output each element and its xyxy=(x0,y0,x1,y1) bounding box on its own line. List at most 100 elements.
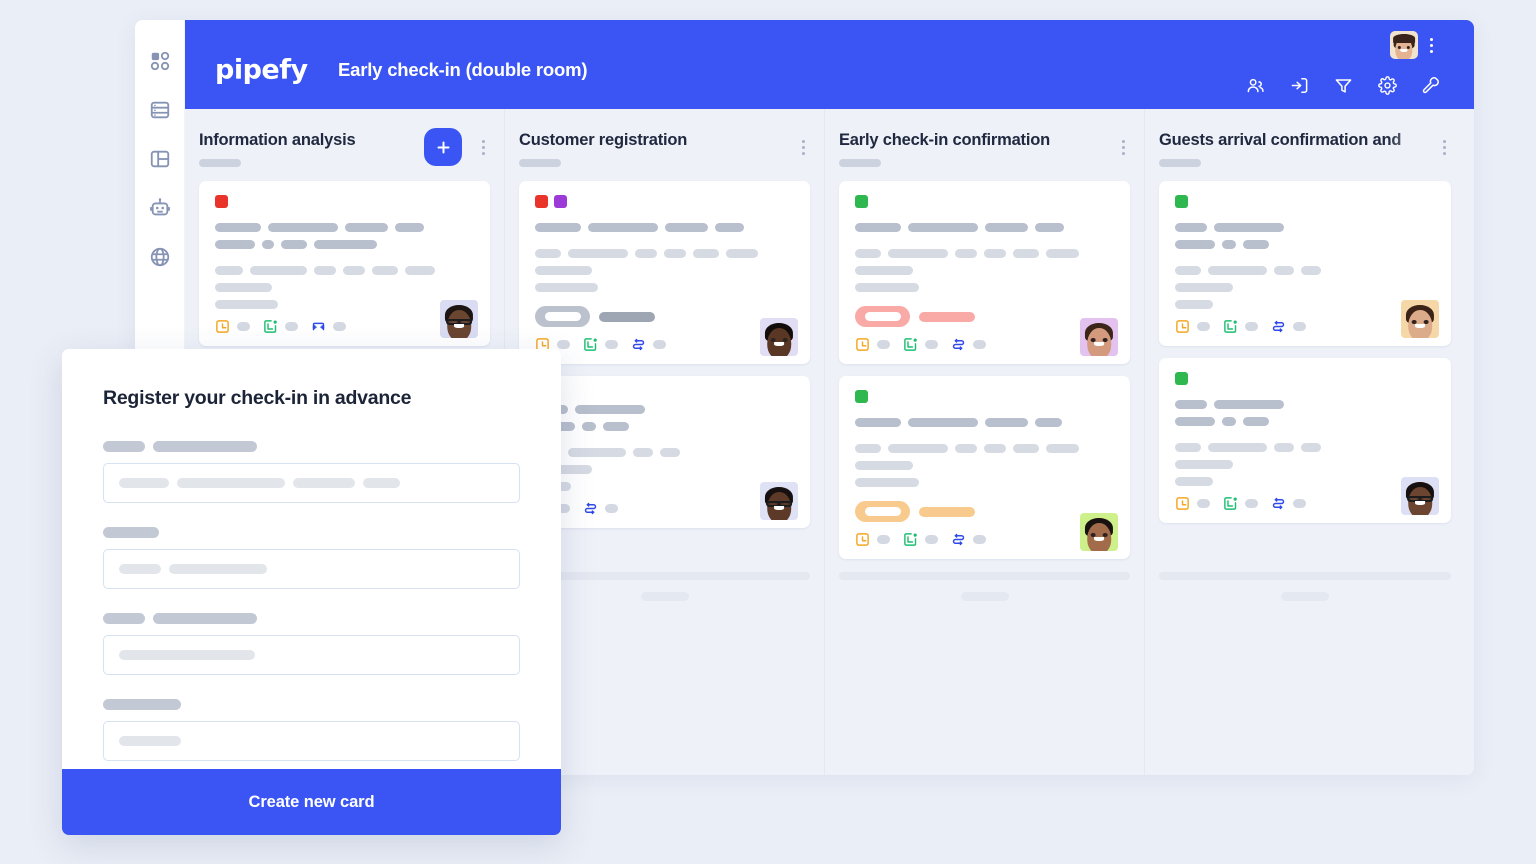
calendar-check-icon[interactable] xyxy=(583,337,598,352)
column-header: Information analysis xyxy=(199,109,490,181)
filter-icon[interactable] xyxy=(1334,76,1353,95)
clock-square-icon[interactable] xyxy=(1175,496,1190,511)
card-labels xyxy=(215,195,474,208)
clock-square-icon[interactable] xyxy=(855,532,870,547)
card-meta-placeholder xyxy=(333,322,346,331)
board-title: Early check-in (double room) xyxy=(338,59,588,80)
globe-icon[interactable] xyxy=(149,246,171,268)
clock-square-icon[interactable] xyxy=(1175,319,1190,334)
card-meta-placeholder xyxy=(925,340,938,349)
table-row[interactable] xyxy=(519,376,810,528)
table-row[interactable] xyxy=(519,181,810,364)
card-meta-placeholder xyxy=(605,504,618,513)
connection-flow-icon[interactable] xyxy=(583,501,598,516)
clock-square-icon[interactable] xyxy=(215,319,230,334)
form-field-1 xyxy=(103,527,520,589)
column-footer-placeholder xyxy=(839,572,1130,601)
card-footer xyxy=(855,532,1114,547)
column-options-kebab[interactable] xyxy=(1437,139,1451,155)
card-labels xyxy=(1175,372,1435,385)
column-options-kebab[interactable] xyxy=(796,139,810,155)
table-row[interactable] xyxy=(1159,181,1451,346)
connection-flow-icon[interactable] xyxy=(951,337,966,352)
card-meta-placeholder xyxy=(925,535,938,544)
field-label-placeholder xyxy=(103,441,520,452)
connection-flow-icon[interactable] xyxy=(631,337,646,352)
pipefy-logo[interactable]: pipefy xyxy=(215,55,308,86)
label-chip xyxy=(535,195,548,208)
avatar[interactable] xyxy=(1080,318,1118,356)
card-footer xyxy=(215,319,474,334)
card-badge xyxy=(855,306,1114,327)
form-field-2 xyxy=(103,613,520,675)
grid-dashboard-icon[interactable] xyxy=(149,50,171,72)
card-footer xyxy=(535,337,794,352)
text-input-2[interactable] xyxy=(103,635,520,675)
card-meta-placeholder xyxy=(285,322,298,331)
column-title: Customer registration xyxy=(519,131,688,149)
table-row[interactable] xyxy=(1159,358,1451,523)
connection-flow-icon[interactable] xyxy=(1271,496,1286,511)
kanban-layout-icon[interactable] xyxy=(149,148,171,170)
connection-flow-icon[interactable] xyxy=(311,319,326,334)
column-title: Guests arrival confirmation and xyxy=(1159,131,1402,149)
card-meta-placeholder xyxy=(605,340,618,349)
column-subtitle-placeholder xyxy=(1159,159,1201,168)
calendar-check-icon[interactable] xyxy=(1223,319,1238,334)
card-labels xyxy=(855,390,1114,403)
label-chip xyxy=(1175,195,1188,208)
column-options-kebab[interactable] xyxy=(1116,139,1130,155)
card-meta-placeholder xyxy=(557,340,570,349)
card-meta-placeholder xyxy=(237,322,250,331)
column-title: Early check-in confirmation xyxy=(839,131,1050,149)
create-new-card-button[interactable]: Create new card xyxy=(62,769,561,835)
gear-icon[interactable] xyxy=(1378,76,1397,95)
text-input-3[interactable] xyxy=(103,721,520,761)
wrench-icon[interactable] xyxy=(1422,76,1441,95)
avatar[interactable] xyxy=(1080,513,1118,551)
avatar[interactable] xyxy=(1401,477,1439,515)
card-footer xyxy=(855,337,1114,352)
calendar-check-icon[interactable] xyxy=(1223,496,1238,511)
card-meta-placeholder xyxy=(877,340,890,349)
avatar[interactable] xyxy=(440,300,478,338)
members-icon[interactable] xyxy=(1246,76,1265,95)
field-label-placeholder xyxy=(103,613,520,624)
calendar-check-icon[interactable] xyxy=(903,337,918,352)
column-header: Guests arrival confirmation and xyxy=(1159,109,1451,181)
form-field-0 xyxy=(103,441,520,503)
card-badge xyxy=(535,306,794,327)
card-meta-placeholder xyxy=(1293,322,1306,331)
user-avatar[interactable] xyxy=(1390,31,1418,59)
card-badge xyxy=(855,501,1114,522)
calendar-check-icon[interactable] xyxy=(263,319,278,334)
card-meta-placeholder xyxy=(653,340,666,349)
connection-flow-icon[interactable] xyxy=(1271,319,1286,334)
database-icon[interactable] xyxy=(149,99,171,121)
clock-square-icon[interactable] xyxy=(855,337,870,352)
field-label-placeholder xyxy=(103,699,520,710)
robot-automation-icon[interactable] xyxy=(149,197,171,219)
card-meta-placeholder xyxy=(1245,322,1258,331)
avatar[interactable] xyxy=(760,482,798,520)
card-labels xyxy=(855,195,1114,208)
screenshot-root: pipefy Early check-in (double room) Info… xyxy=(0,0,1536,864)
board-options-kebab[interactable] xyxy=(1423,36,1439,54)
label-chip xyxy=(215,195,228,208)
avatar[interactable] xyxy=(1401,300,1439,338)
connection-flow-icon[interactable] xyxy=(951,532,966,547)
label-chip xyxy=(554,195,567,208)
calendar-check-icon[interactable] xyxy=(903,532,918,547)
card-labels xyxy=(1175,195,1435,208)
card-footer xyxy=(535,501,794,516)
text-input-1[interactable] xyxy=(103,549,520,589)
table-row[interactable] xyxy=(199,181,490,346)
table-row[interactable] xyxy=(839,376,1130,559)
table-row[interactable] xyxy=(839,181,1130,364)
avatar[interactable] xyxy=(760,318,798,356)
form-field-3 xyxy=(103,699,520,761)
column-options-kebab[interactable] xyxy=(476,139,490,155)
text-input-0[interactable] xyxy=(103,463,520,503)
add-card-button[interactable] xyxy=(424,128,462,166)
archive-import-icon[interactable] xyxy=(1290,76,1309,95)
